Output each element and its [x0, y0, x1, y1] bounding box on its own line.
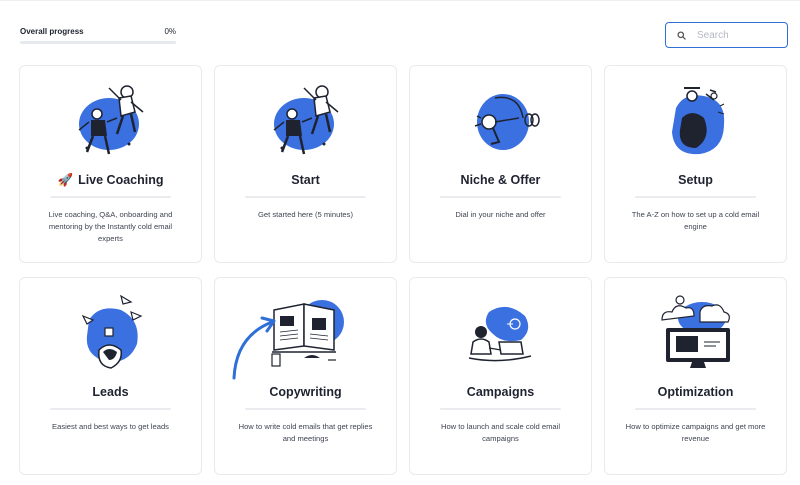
card-title: Campaigns: [466, 385, 535, 399]
card-title: Leads: [92, 385, 129, 399]
card-divider: [440, 196, 561, 198]
archer-illustration: [474, 94, 540, 150]
card-divider: [440, 408, 561, 410]
person-setup-illustration: [671, 87, 724, 155]
course-card-niche-offer[interactable]: Niche & Offer Dial in your niche and off…: [409, 65, 592, 263]
course-card-setup[interactable]: Setup The A-Z on how to set up a cold em…: [604, 65, 787, 263]
course-card-optimization[interactable]: Optimization How to optimize campaigns a…: [604, 277, 787, 475]
card-description: Dial in your niche and offer: [455, 210, 546, 219]
top-border: [0, 0, 800, 3]
card-description: Get started here (5 minutes): [258, 210, 353, 219]
card-title: Setup: [678, 173, 713, 187]
monitor-clouds-illustration: [660, 295, 730, 368]
rocket-icon: 🚀: [57, 173, 74, 187]
course-card-start[interactable]: Start Get started here (5 minutes): [214, 65, 397, 263]
card-description: The A-Z on how to set up a cold email en…: [631, 210, 760, 231]
course-card-copywriting[interactable]: Copywriting How to write cold emails tha…: [214, 277, 397, 475]
search-box[interactable]: [665, 22, 788, 48]
card-title: Start: [291, 173, 320, 187]
progress-bar: [20, 41, 176, 44]
card-divider: [245, 408, 366, 410]
person-laptop-illustration: [468, 306, 531, 362]
card-title: Optimization: [657, 385, 734, 399]
card-divider: [50, 408, 171, 410]
progress-value: 0%: [164, 26, 176, 36]
person-paper-planes-illustration: [81, 294, 142, 369]
card-description: How to write cold emails that get replie…: [238, 422, 373, 443]
card-title: 🚀 Live Coaching: [57, 173, 164, 187]
card-divider: [635, 408, 756, 410]
card-divider: [50, 196, 171, 198]
card-title: Copywriting: [269, 385, 342, 399]
card-description: Easiest and best ways to get leads: [52, 422, 169, 431]
course-card-leads[interactable]: Leads Easiest and best ways to get leads: [19, 277, 202, 475]
card-divider: [635, 196, 756, 198]
dancing-people-illustration: [273, 85, 338, 155]
course-card-campaigns[interactable]: Campaigns How to launch and scale cold e…: [409, 277, 592, 475]
card-description: How to launch and scale cold email campa…: [440, 422, 561, 443]
progress-label: Overall progress: [20, 26, 84, 36]
overall-progress: Overall progress 0%: [20, 25, 176, 44]
open-book-illustration: [270, 300, 344, 367]
card-description: How to optimize campaigns and get more r…: [625, 422, 766, 443]
search-icon: [675, 29, 687, 41]
card-divider: [245, 196, 366, 198]
card-description: Live coaching, Q&A, onboarding and mento…: [48, 210, 173, 243]
search-input[interactable]: [697, 29, 787, 41]
dancing-people-illustration: [78, 85, 143, 155]
card-title: Niche & Offer: [460, 173, 541, 187]
course-card-live-coaching[interactable]: 🚀 Live Coaching Live coaching, Q&A, onboa…: [19, 65, 202, 263]
